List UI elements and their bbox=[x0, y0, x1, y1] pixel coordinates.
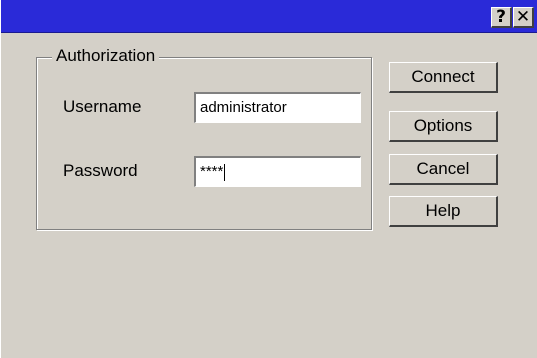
text-caret bbox=[224, 163, 226, 181]
authorization-group-title: Authorization bbox=[52, 45, 160, 67]
authorization-group bbox=[36, 57, 372, 230]
username-field[interactable]: administrator bbox=[194, 92, 361, 123]
password-field[interactable]: **** bbox=[194, 156, 361, 187]
help-icon[interactable]: ? bbox=[491, 7, 512, 28]
login-dialog: ? ✕ Authorization Username administrator… bbox=[0, 0, 537, 358]
connect-button[interactable]: Connect bbox=[389, 62, 498, 93]
options-button[interactable]: Options bbox=[389, 111, 498, 142]
help-button[interactable]: Help bbox=[389, 196, 498, 227]
username-label: Username bbox=[63, 97, 142, 116]
password-label: Password bbox=[63, 161, 138, 180]
close-icon[interactable]: ✕ bbox=[513, 7, 534, 28]
username-value: administrator bbox=[200, 99, 287, 116]
password-value: **** bbox=[200, 163, 224, 180]
cancel-button[interactable]: Cancel bbox=[389, 154, 498, 185]
title-bar[interactable]: ? ✕ bbox=[1, 0, 537, 33]
